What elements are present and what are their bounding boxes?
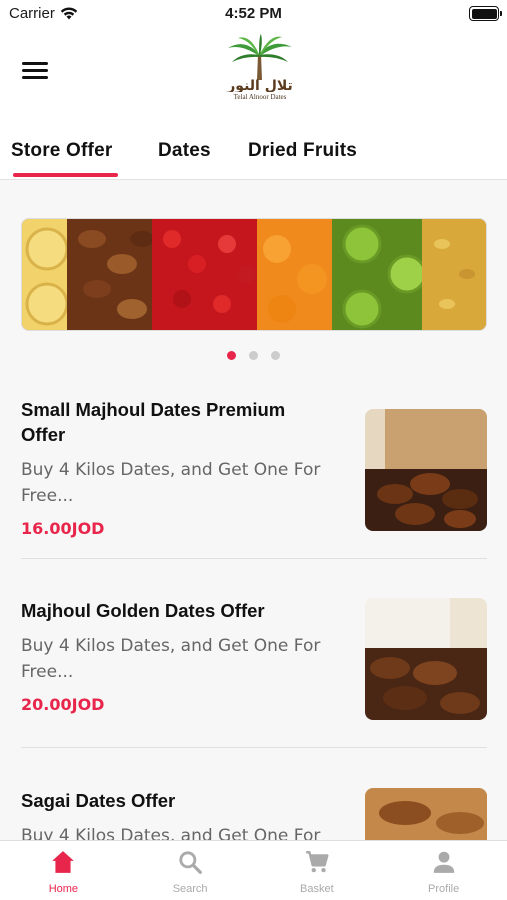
divider [21, 747, 487, 748]
nav-basket[interactable]: Basket [254, 841, 381, 900]
hamburger-line [22, 69, 48, 72]
promo-banner[interactable] [21, 218, 487, 331]
offer-title: Small Majhoul Dates Premium Offer [21, 399, 286, 445]
sagai-dates-image [365, 788, 487, 848]
status-bar: Carrier 4:52 PM [0, 0, 507, 28]
divider [21, 558, 487, 559]
search-icon [179, 851, 203, 874]
golden-dates-image [365, 598, 487, 720]
offer-image [365, 788, 487, 848]
offer-image [365, 598, 487, 720]
offer-description: Buy 4 Kilos Dates, and Get One For Free.… [21, 460, 321, 506]
dried-fruits-banner-image [22, 219, 486, 330]
offer-image [365, 409, 487, 531]
battery-icon [469, 6, 502, 21]
nav-label: Search [172, 883, 208, 895]
offer-description: Buy 4 Kilos Dates, and Get One For Free.… [21, 636, 321, 682]
brand-logo: تلال النور Telal Alnoor Dates [220, 32, 300, 110]
carousel-dot-active[interactable] [227, 351, 236, 360]
nav-search[interactable]: Search [127, 841, 254, 900]
tab-dried-fruits[interactable]: Dried Fruits [248, 140, 357, 162]
palm-tree-logo-icon: تلال النور [226, 34, 293, 94]
tab-dates[interactable]: Dates [158, 140, 211, 162]
nav-label: Profile [428, 883, 460, 895]
profile-icon [433, 851, 454, 873]
carousel-dot[interactable] [249, 351, 258, 360]
category-tabs: Store Offer Dates Dried Fruits [0, 114, 507, 180]
carousel-pagination [0, 351, 507, 360]
hamburger-line [22, 62, 48, 65]
offer-card[interactable]: Small Majhoul Dates Premium Offer Buy 4 … [21, 397, 487, 538]
active-tab-indicator [13, 173, 118, 177]
home-icon [52, 851, 75, 873]
nav-profile[interactable]: Profile [380, 841, 507, 900]
offer-title: Majhoul Golden Dates Offer [21, 600, 265, 621]
hamburger-line [22, 76, 48, 79]
offer-title: Sagai Dates Offer [21, 790, 176, 811]
logo-arabic-text: تلال النور [226, 78, 293, 92]
bottom-nav: Home Search Basket Profile [0, 840, 507, 900]
offer-card[interactable]: Majhoul Golden Dates Offer Buy 4 Kilos D… [21, 598, 487, 728]
tab-store-offer[interactable]: Store Offer [11, 140, 112, 162]
offer-card[interactable]: Sagai Dates Offer Buy 4 Kilos Dates, and… [21, 788, 487, 848]
nav-label: Basket [300, 883, 334, 895]
nav-home[interactable]: Home [0, 841, 127, 900]
menu-button[interactable] [22, 62, 48, 82]
clock: 4:52 PM [225, 5, 282, 22]
nav-label: Home [48, 883, 79, 895]
logo-tagline: Telal Alnoor Dates [233, 93, 287, 101]
majhoul-dates-box-image [365, 409, 487, 531]
carousel-dot[interactable] [271, 351, 280, 360]
cart-icon [306, 851, 329, 873]
app-header: تلال النور Telal Alnoor Dates [0, 28, 507, 114]
